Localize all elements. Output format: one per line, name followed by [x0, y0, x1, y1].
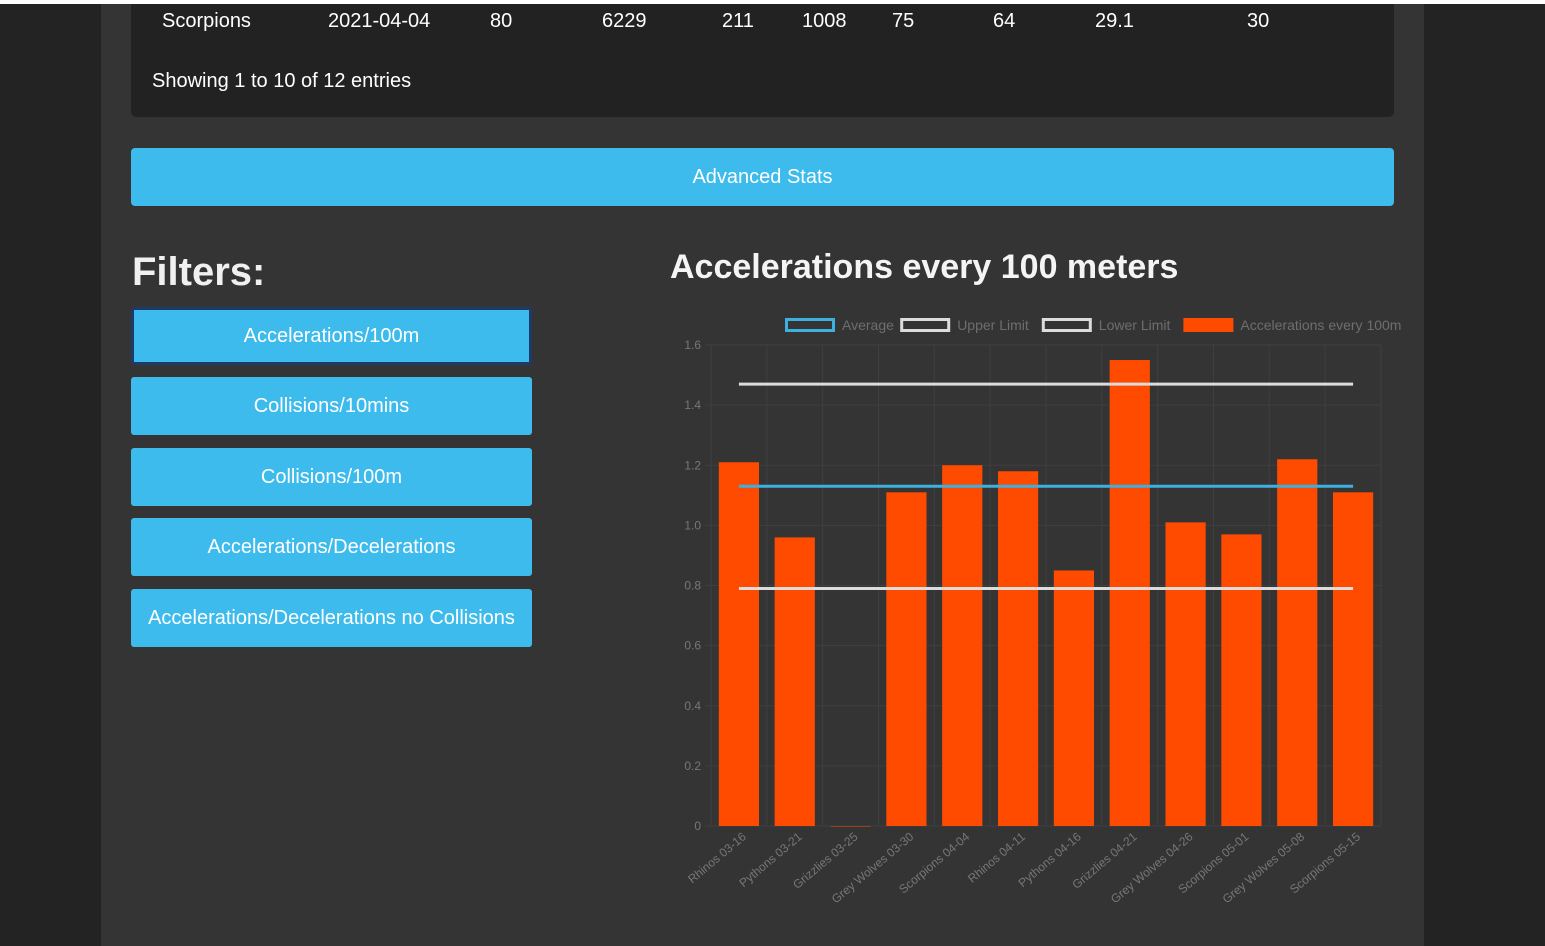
bar	[774, 537, 815, 826]
bar	[1109, 360, 1150, 826]
table-cell-value: 29.1	[1095, 10, 1134, 32]
filter-accelerations-100m-button[interactable]: Accelerations/100m	[131, 307, 532, 365]
table-cell-value: 1008	[802, 10, 847, 32]
y-tick-label: 0.2	[684, 759, 701, 773]
bar	[1277, 459, 1318, 826]
legend-label: Lower Limit	[1099, 317, 1171, 333]
bar	[997, 471, 1039, 826]
entries-table: Scorpions 2021-04-04 80 6229 211 1008 75…	[131, 4, 1394, 117]
bar	[886, 492, 927, 826]
bar	[942, 465, 983, 826]
legend-swatch	[1183, 318, 1234, 332]
y-tick-label: 1.2	[684, 458, 701, 472]
y-tick-label: 1.6	[684, 338, 701, 352]
filter-collisions-10mins-button[interactable]: Collisions/10mins	[131, 377, 532, 435]
y-tick-label: 1.4	[684, 398, 701, 412]
legend-swatch	[785, 318, 835, 332]
y-tick-label: 0.6	[684, 639, 701, 653]
y-tick-label: 0.8	[684, 579, 701, 593]
y-tick-label: 1.0	[684, 518, 701, 532]
bar	[830, 826, 871, 827]
filter-collisions-100m-button[interactable]: Collisions/100m	[131, 448, 532, 506]
page-container: Scorpions 2021-04-04 80 6229 211 1008 75…	[101, 4, 1424, 946]
y-tick-label: 0.4	[684, 699, 701, 713]
table-cell-value: 75	[892, 10, 915, 32]
legend-label: Accelerations every 100m	[1240, 317, 1401, 333]
bar	[1053, 570, 1095, 826]
table-info: Showing 1 to 10 of 12 entries	[152, 70, 412, 92]
filters-heading: Filters:	[132, 250, 266, 294]
table-cell-date: 2021-04-04	[328, 10, 431, 32]
filter-accel-decel-no-collisions-button[interactable]: Accelerations/Decelerations no Collision…	[131, 589, 532, 647]
table-cell-value: 6229	[602, 10, 647, 32]
table-row: Scorpions 2021-04-04 80 6229 211 1008 75…	[131, 10, 1394, 40]
advanced-stats-button[interactable]: Advanced Stats	[131, 148, 1394, 206]
right-gutter	[1424, 4, 1545, 946]
bar	[1332, 492, 1374, 826]
y-tick-label: 0	[694, 819, 701, 833]
chart-title: Accelerations every 100 meters	[670, 248, 1179, 286]
table-cell-value: 80	[490, 10, 513, 32]
acceleration-bar-chart: 00.20.40.60.81.01.21.41.6Rhinos 03-16Pyt…	[684, 317, 1401, 906]
bar	[1165, 522, 1206, 826]
legend-swatch	[900, 318, 951, 332]
legend-label: Upper Limit	[957, 317, 1029, 333]
filter-accel-decel-button[interactable]: Accelerations/Decelerations	[131, 518, 532, 576]
legend-label: Average	[842, 317, 894, 333]
bar	[718, 462, 760, 826]
table-cell-value: 64	[993, 10, 1016, 32]
bar	[1221, 534, 1262, 826]
table-cell-value: 211	[722, 10, 754, 32]
legend-swatch	[1041, 318, 1092, 332]
table-cell-value: 30	[1247, 10, 1270, 32]
table-cell-team: Scorpions	[162, 10, 251, 32]
